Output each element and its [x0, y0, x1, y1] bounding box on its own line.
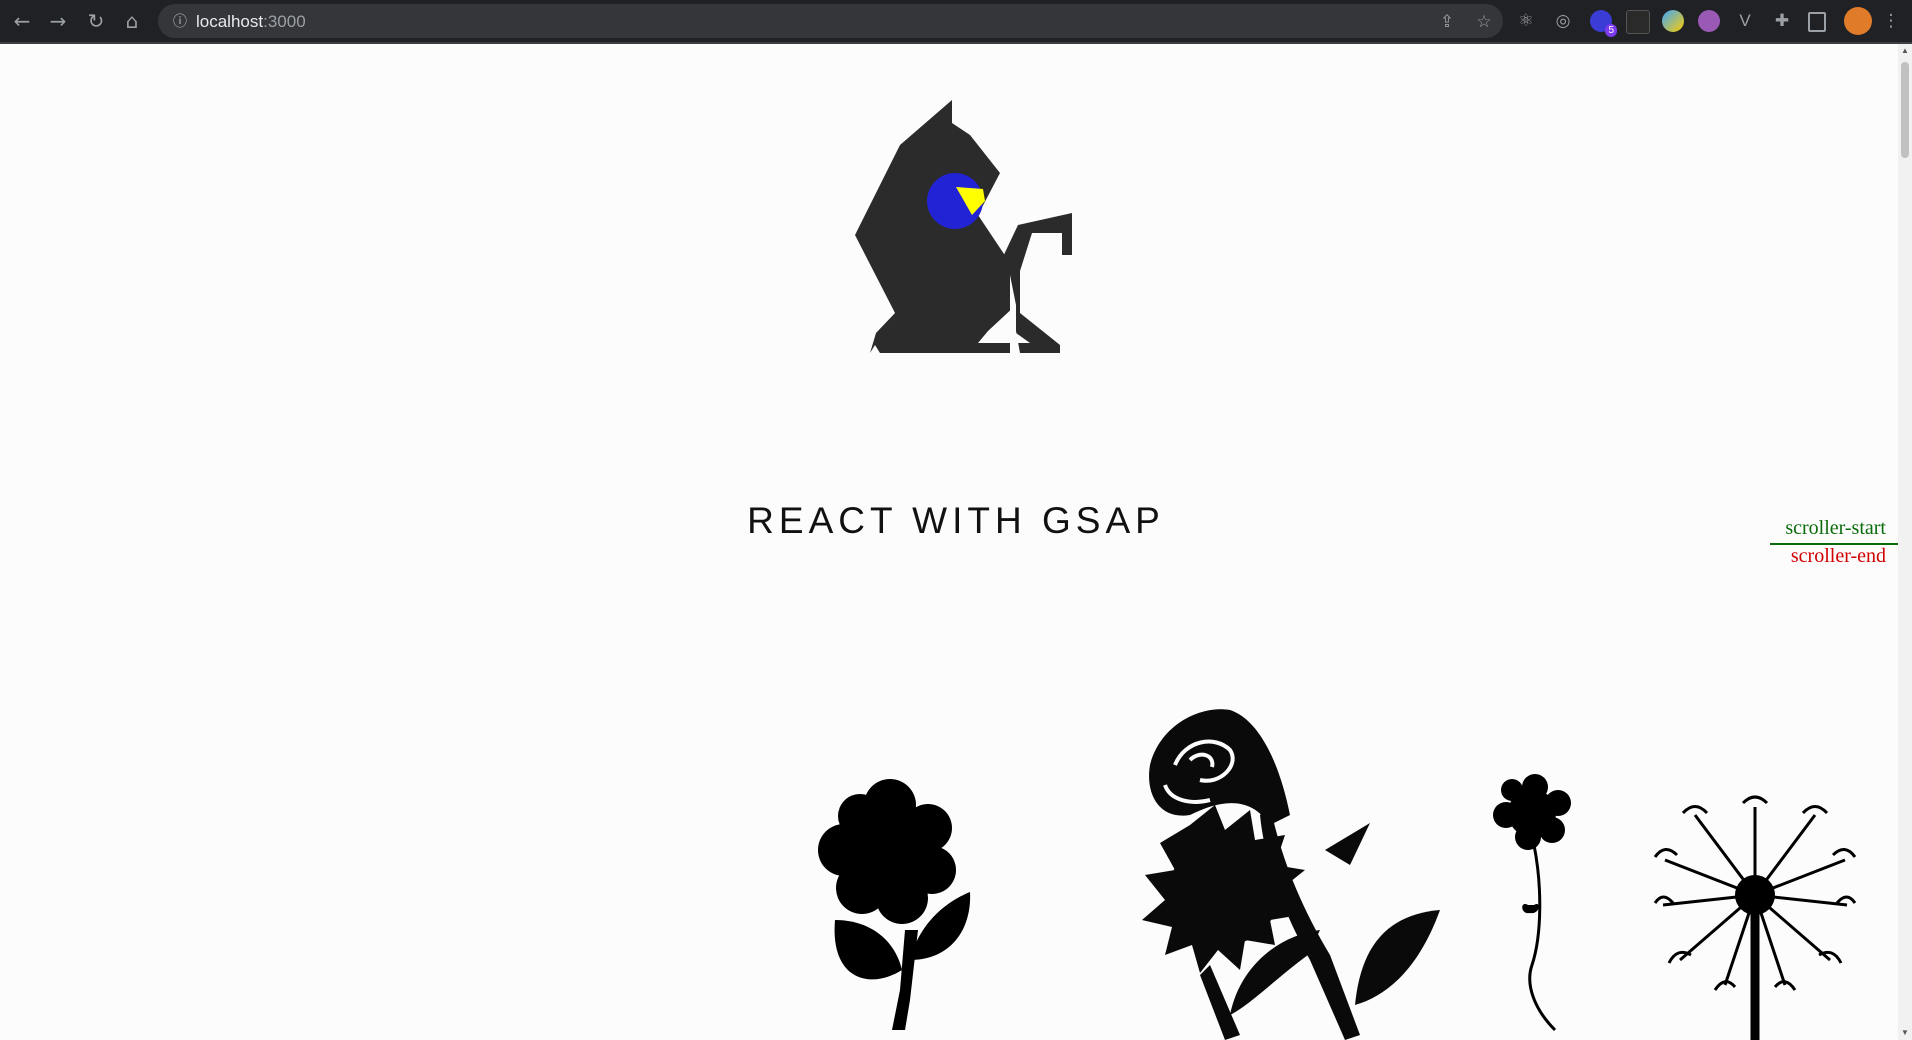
site-info-icon[interactable]: ⓘ [170, 11, 190, 31]
forward-arrow-icon[interactable]: → [46, 9, 70, 33]
url-text: localhost:3000 [196, 12, 306, 32]
scroll-down-arrow-icon[interactable]: ▼ [1898, 1026, 1912, 1040]
address-bar[interactable]: ⓘ localhost:3000 ⇪ ☆ [158, 4, 1503, 38]
bookmark-star-icon[interactable]: ☆ [1473, 11, 1495, 33]
extension-purple-icon[interactable]: 5 [1590, 10, 1617, 37]
profile-avatar[interactable] [1844, 7, 1872, 35]
extension-badge: 5 [1605, 24, 1617, 37]
side-panel-icon[interactable] [1808, 12, 1826, 32]
extensions-puzzle-icon[interactable]: ✚ [1771, 10, 1793, 32]
colorful-extension-icon[interactable] [1662, 10, 1684, 32]
browser-toolbar: ← → ↻ ⌂ ⓘ localhost:3000 ⇪ ☆ ⚛ ◎ 5 V ✚ ⋮ [0, 0, 1912, 44]
back-arrow-icon[interactable]: ← [10, 9, 34, 33]
target-extension-icon[interactable]: ◎ [1552, 10, 1574, 32]
scroll-up-arrow-icon[interactable]: ▲ [1898, 44, 1912, 58]
scrollbar-thumb[interactable] [1901, 62, 1909, 158]
scroller-end-marker: scroller-end [1790, 545, 1886, 567]
reload-icon[interactable]: ↻ [84, 9, 108, 33]
cat-body [855, 100, 1010, 353]
flower-silhouette-1 [818, 779, 971, 1030]
home-icon[interactable]: ⌂ [120, 9, 144, 33]
page-title: REACT WITH GSAP [747, 500, 1165, 541]
vue-devtools-icon[interactable]: V [1734, 10, 1756, 32]
flower-silhouette-3 [1493, 774, 1571, 1032]
flower-silhouette-2 [1142, 709, 1440, 1040]
flower-silhouette-4 [1653, 795, 1857, 1040]
vertical-scrollbar[interactable]: ▲ ▼ [1898, 44, 1912, 1040]
menu-kebab-icon[interactable]: ⋮ [1880, 10, 1902, 32]
share-icon[interactable]: ⇪ [1436, 11, 1458, 33]
terminal-extension-icon[interactable] [1626, 10, 1650, 34]
scroller-start-marker: scroller-start [1785, 517, 1886, 539]
cat-illustration [855, 100, 1072, 353]
url-host: localhost [196, 12, 264, 31]
url-port: :3000 [263, 12, 306, 31]
react-devtools-icon[interactable]: ⚛ [1515, 10, 1537, 32]
pink-extension-icon[interactable] [1698, 10, 1720, 32]
